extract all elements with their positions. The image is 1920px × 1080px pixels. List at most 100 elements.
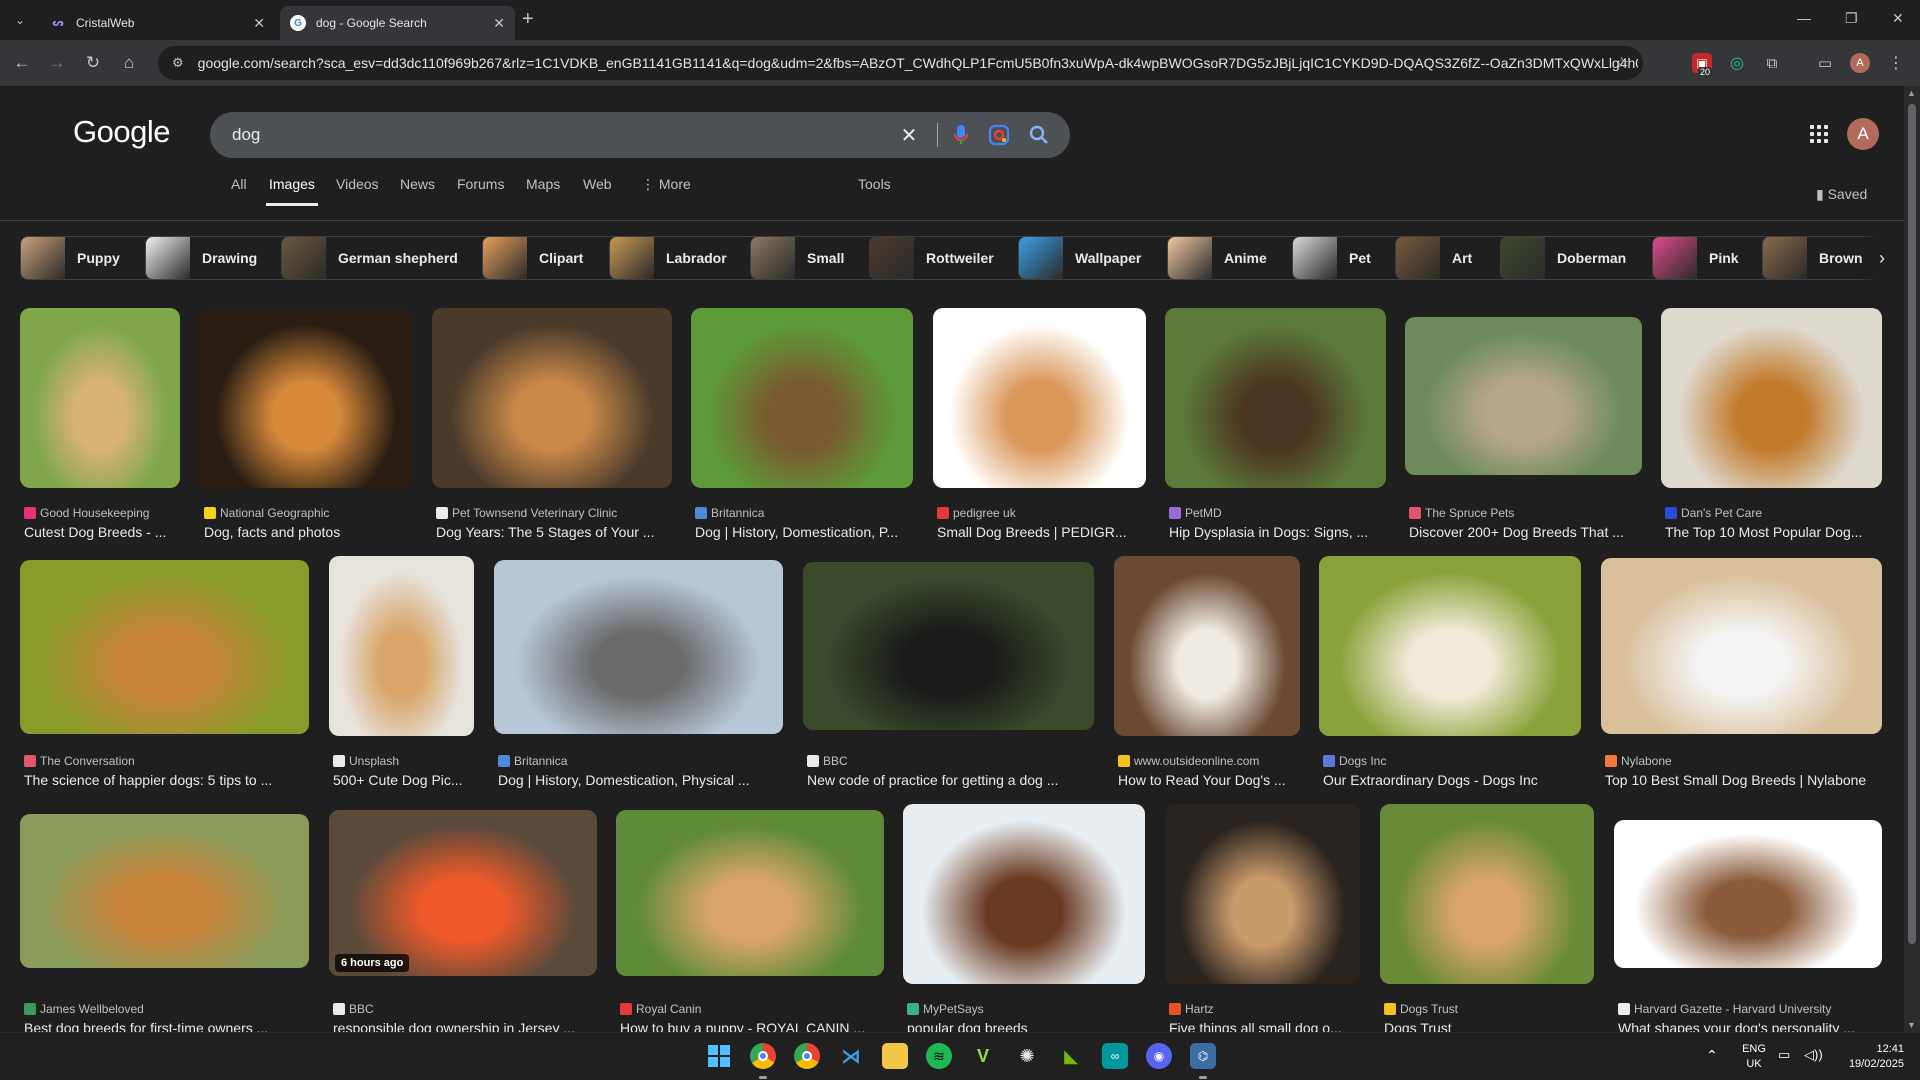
- result-title[interactable]: How to buy a puppy - ROYAL CANIN ...: [616, 1020, 884, 1032]
- result-title[interactable]: How to Read Your Dog's ...: [1114, 772, 1300, 788]
- result-source[interactable]: James Wellbeloved: [20, 1002, 309, 1016]
- browser-tab-google-search[interactable]: G dog - Google Search ✕: [280, 6, 515, 40]
- window-close-icon[interactable]: ✕: [1892, 10, 1904, 27]
- vscode-icon[interactable]: ⋊: [838, 1043, 864, 1069]
- result-thumbnail[interactable]: [1601, 558, 1882, 734]
- result-source[interactable]: pedigree uk: [933, 506, 1146, 520]
- image-result[interactable]: www.outsideonline.com How to Read Your Do…: [1114, 556, 1300, 788]
- result-source[interactable]: Royal Canin: [616, 1002, 884, 1016]
- image-result[interactable]: pedigree uk Small Dog Breeds | PEDIGR...: [933, 308, 1146, 540]
- profile-avatar[interactable]: A: [1850, 53, 1870, 73]
- tab-videos[interactable]: Videos: [336, 176, 379, 206]
- result-title[interactable]: The Top 10 Most Popular Dog...: [1661, 524, 1882, 540]
- chip-puppy[interactable]: Puppy: [20, 236, 157, 280]
- close-tab-icon[interactable]: ✕: [493, 15, 505, 32]
- saved-button[interactable]: ▮ Saved: [1816, 186, 1867, 203]
- arduino-icon[interactable]: ∞: [1102, 1043, 1128, 1069]
- image-result[interactable]: Unsplash 500+ Cute Dog Pic...: [329, 556, 474, 788]
- chips-next-arrow-icon[interactable]: ›: [1860, 236, 1904, 280]
- result-source[interactable]: BBC: [803, 754, 1094, 768]
- refresh-extension-icon[interactable]: ◎: [1727, 53, 1747, 73]
- google-logo[interactable]: Google: [73, 114, 170, 150]
- result-source[interactable]: Dogs Inc: [1319, 754, 1581, 768]
- result-thumbnail[interactable]: [616, 810, 884, 976]
- tab-forums[interactable]: Forums: [457, 176, 504, 206]
- voice-search-icon[interactable]: [950, 124, 972, 146]
- minimize-icon[interactable]: —: [1797, 10, 1811, 26]
- google-apps-icon[interactable]: [1807, 122, 1831, 146]
- tab-images[interactable]: Images: [266, 176, 318, 206]
- result-title[interactable]: Dog, facts and photos: [200, 524, 412, 540]
- result-thumbnail[interactable]: [1165, 308, 1386, 488]
- result-source[interactable]: Harvard Gazette - Harvard University: [1614, 1002, 1882, 1016]
- search-box[interactable]: ✕: [210, 112, 1070, 158]
- result-thumbnail[interactable]: [1165, 804, 1360, 984]
- result-thumbnail[interactable]: [1114, 556, 1300, 736]
- result-source[interactable]: Hartz: [1165, 1002, 1360, 1016]
- result-source[interactable]: Britannica: [691, 506, 913, 520]
- image-result[interactable]: Dogs Inc Our Extraordinary Dogs - Dogs In…: [1319, 556, 1581, 788]
- result-thumbnail[interactable]: [20, 814, 309, 968]
- result-source[interactable]: Britannica: [494, 754, 783, 768]
- address-bar[interactable]: ⚙ google.com/search?sca_esv=dd3dc110f969…: [158, 46, 1643, 80]
- result-thumbnail[interactable]: [933, 308, 1146, 488]
- result-thumbnail[interactable]: [200, 308, 412, 488]
- image-result[interactable]: National Geographic Dog, facts and photos: [200, 308, 412, 540]
- extensions-puzzle-icon[interactable]: ⧉: [1762, 53, 1782, 73]
- result-thumbnail[interactable]: [432, 308, 672, 488]
- vim-icon[interactable]: V: [970, 1043, 996, 1069]
- url-text[interactable]: google.com/search?sca_esv=dd3dc110f969b2…: [198, 55, 1638, 71]
- result-title[interactable]: Discover 200+ Dog Breeds That ...: [1405, 524, 1642, 540]
- image-result[interactable]: 6 hours ago BBC responsible dog ownership …: [329, 804, 597, 1032]
- result-thumbnail[interactable]: [494, 560, 783, 734]
- result-thumbnail[interactable]: [1405, 317, 1642, 475]
- bookmark-star-icon[interactable]: ☆: [1615, 53, 1629, 73]
- clock-date[interactable]: 19/02/2025: [1830, 1058, 1904, 1070]
- result-thumbnail[interactable]: [20, 308, 180, 488]
- nvidia-icon[interactable]: ◣: [1058, 1043, 1084, 1069]
- restore-icon[interactable]: ❐: [1845, 10, 1858, 27]
- result-title[interactable]: Hip Dysplasia in Dogs: Signs, ...: [1165, 524, 1386, 540]
- network-icon[interactable]: ▭: [1778, 1047, 1790, 1063]
- result-source[interactable]: www.outsideonline.com: [1114, 754, 1300, 768]
- result-source[interactable]: BBC: [329, 1002, 597, 1016]
- image-result[interactable]: The Conversation The science of happier d…: [20, 556, 309, 788]
- clock-time[interactable]: 12:41: [1838, 1043, 1904, 1055]
- result-thumbnail[interactable]: [691, 308, 913, 488]
- tab-all[interactable]: All: [231, 176, 247, 206]
- result-source[interactable]: MyPetSays: [903, 1002, 1145, 1016]
- region-indicator[interactable]: UK: [1740, 1058, 1768, 1070]
- reload-icon[interactable]: ↻: [82, 52, 104, 74]
- image-result[interactable]: Pet Townsend Veterinary Clinic Dog Years:…: [432, 308, 672, 540]
- lens-search-icon[interactable]: [988, 124, 1010, 146]
- result-thumbnail[interactable]: [329, 556, 474, 736]
- result-source[interactable]: Dogs Trust: [1380, 1002, 1594, 1016]
- tab-web[interactable]: Web: [583, 176, 612, 206]
- result-title[interactable]: responsible dog ownership in Jersey ...: [329, 1020, 597, 1032]
- image-result[interactable]: The Spruce Pets Discover 200+ Dog Breeds …: [1405, 308, 1642, 540]
- page-scrollbar[interactable]: ▲ ▼: [1904, 86, 1920, 1032]
- new-tab-button[interactable]: +: [522, 8, 534, 31]
- account-avatar[interactable]: A: [1847, 118, 1879, 150]
- chrome-profile-icon[interactable]: [794, 1043, 820, 1069]
- spotify-icon[interactable]: ≋: [926, 1043, 952, 1069]
- result-thumbnail[interactable]: 6 hours ago: [329, 810, 597, 976]
- scroll-up-arrow-icon[interactable]: ▲: [1907, 88, 1916, 98]
- close-tab-icon[interactable]: ✕: [253, 15, 265, 32]
- result-source[interactable]: Pet Townsend Veterinary Clinic: [432, 506, 672, 520]
- result-title[interactable]: 500+ Cute Dog Pic...: [329, 772, 474, 788]
- python-icon[interactable]: ⌬: [1190, 1043, 1216, 1069]
- result-title[interactable]: New code of practice for getting a dog .…: [803, 772, 1094, 788]
- tray-overflow-chevron-icon[interactable]: ⌃: [1706, 1047, 1718, 1064]
- result-source[interactable]: PetMD: [1165, 506, 1386, 520]
- result-thumbnail[interactable]: [903, 804, 1145, 984]
- result-thumbnail[interactable]: [803, 562, 1094, 730]
- discord-icon[interactable]: ◉: [1146, 1043, 1172, 1069]
- result-title[interactable]: Dog | History, Domestication, Physical .…: [494, 772, 783, 788]
- result-title[interactable]: Best dog breeds for first-time owners ..…: [20, 1020, 309, 1032]
- result-thumbnail[interactable]: [1319, 556, 1581, 736]
- back-arrow-icon[interactable]: ←: [11, 52, 33, 74]
- image-result[interactable]: Britannica Dog | History, Domestication, …: [494, 556, 783, 788]
- search-input[interactable]: [232, 125, 882, 145]
- tab-news[interactable]: News: [400, 176, 435, 206]
